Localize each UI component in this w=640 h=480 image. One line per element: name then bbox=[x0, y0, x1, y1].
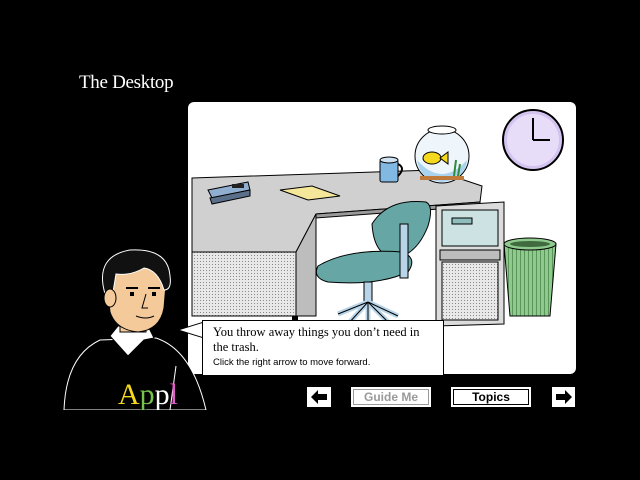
forward-button[interactable] bbox=[551, 386, 576, 408]
bubble-hint-text: Click the right arrow to move forward. bbox=[213, 357, 371, 368]
left-arrow-icon bbox=[311, 390, 327, 404]
trash-can bbox=[503, 237, 557, 317]
guide-me-label: Guide Me bbox=[363, 390, 418, 404]
bubble-main-text: You throw away things you don’t need in … bbox=[213, 325, 420, 354]
chair bbox=[315, 200, 432, 326]
page-title: The Desktop bbox=[79, 72, 174, 93]
back-button[interactable] bbox=[306, 386, 332, 408]
wall-clock bbox=[502, 109, 564, 171]
guide-me-button[interactable]: Guide Me bbox=[350, 386, 432, 408]
sweater-logo-text: Appl bbox=[118, 378, 178, 410]
speech-bubble: You throw away things you don’t need in … bbox=[202, 320, 444, 376]
topics-label: Topics bbox=[472, 390, 510, 404]
speech-bubble-tail bbox=[178, 321, 204, 339]
right-arrow-icon bbox=[555, 390, 572, 404]
fishbowl bbox=[414, 125, 470, 184]
topics-button[interactable]: Topics bbox=[450, 386, 532, 408]
